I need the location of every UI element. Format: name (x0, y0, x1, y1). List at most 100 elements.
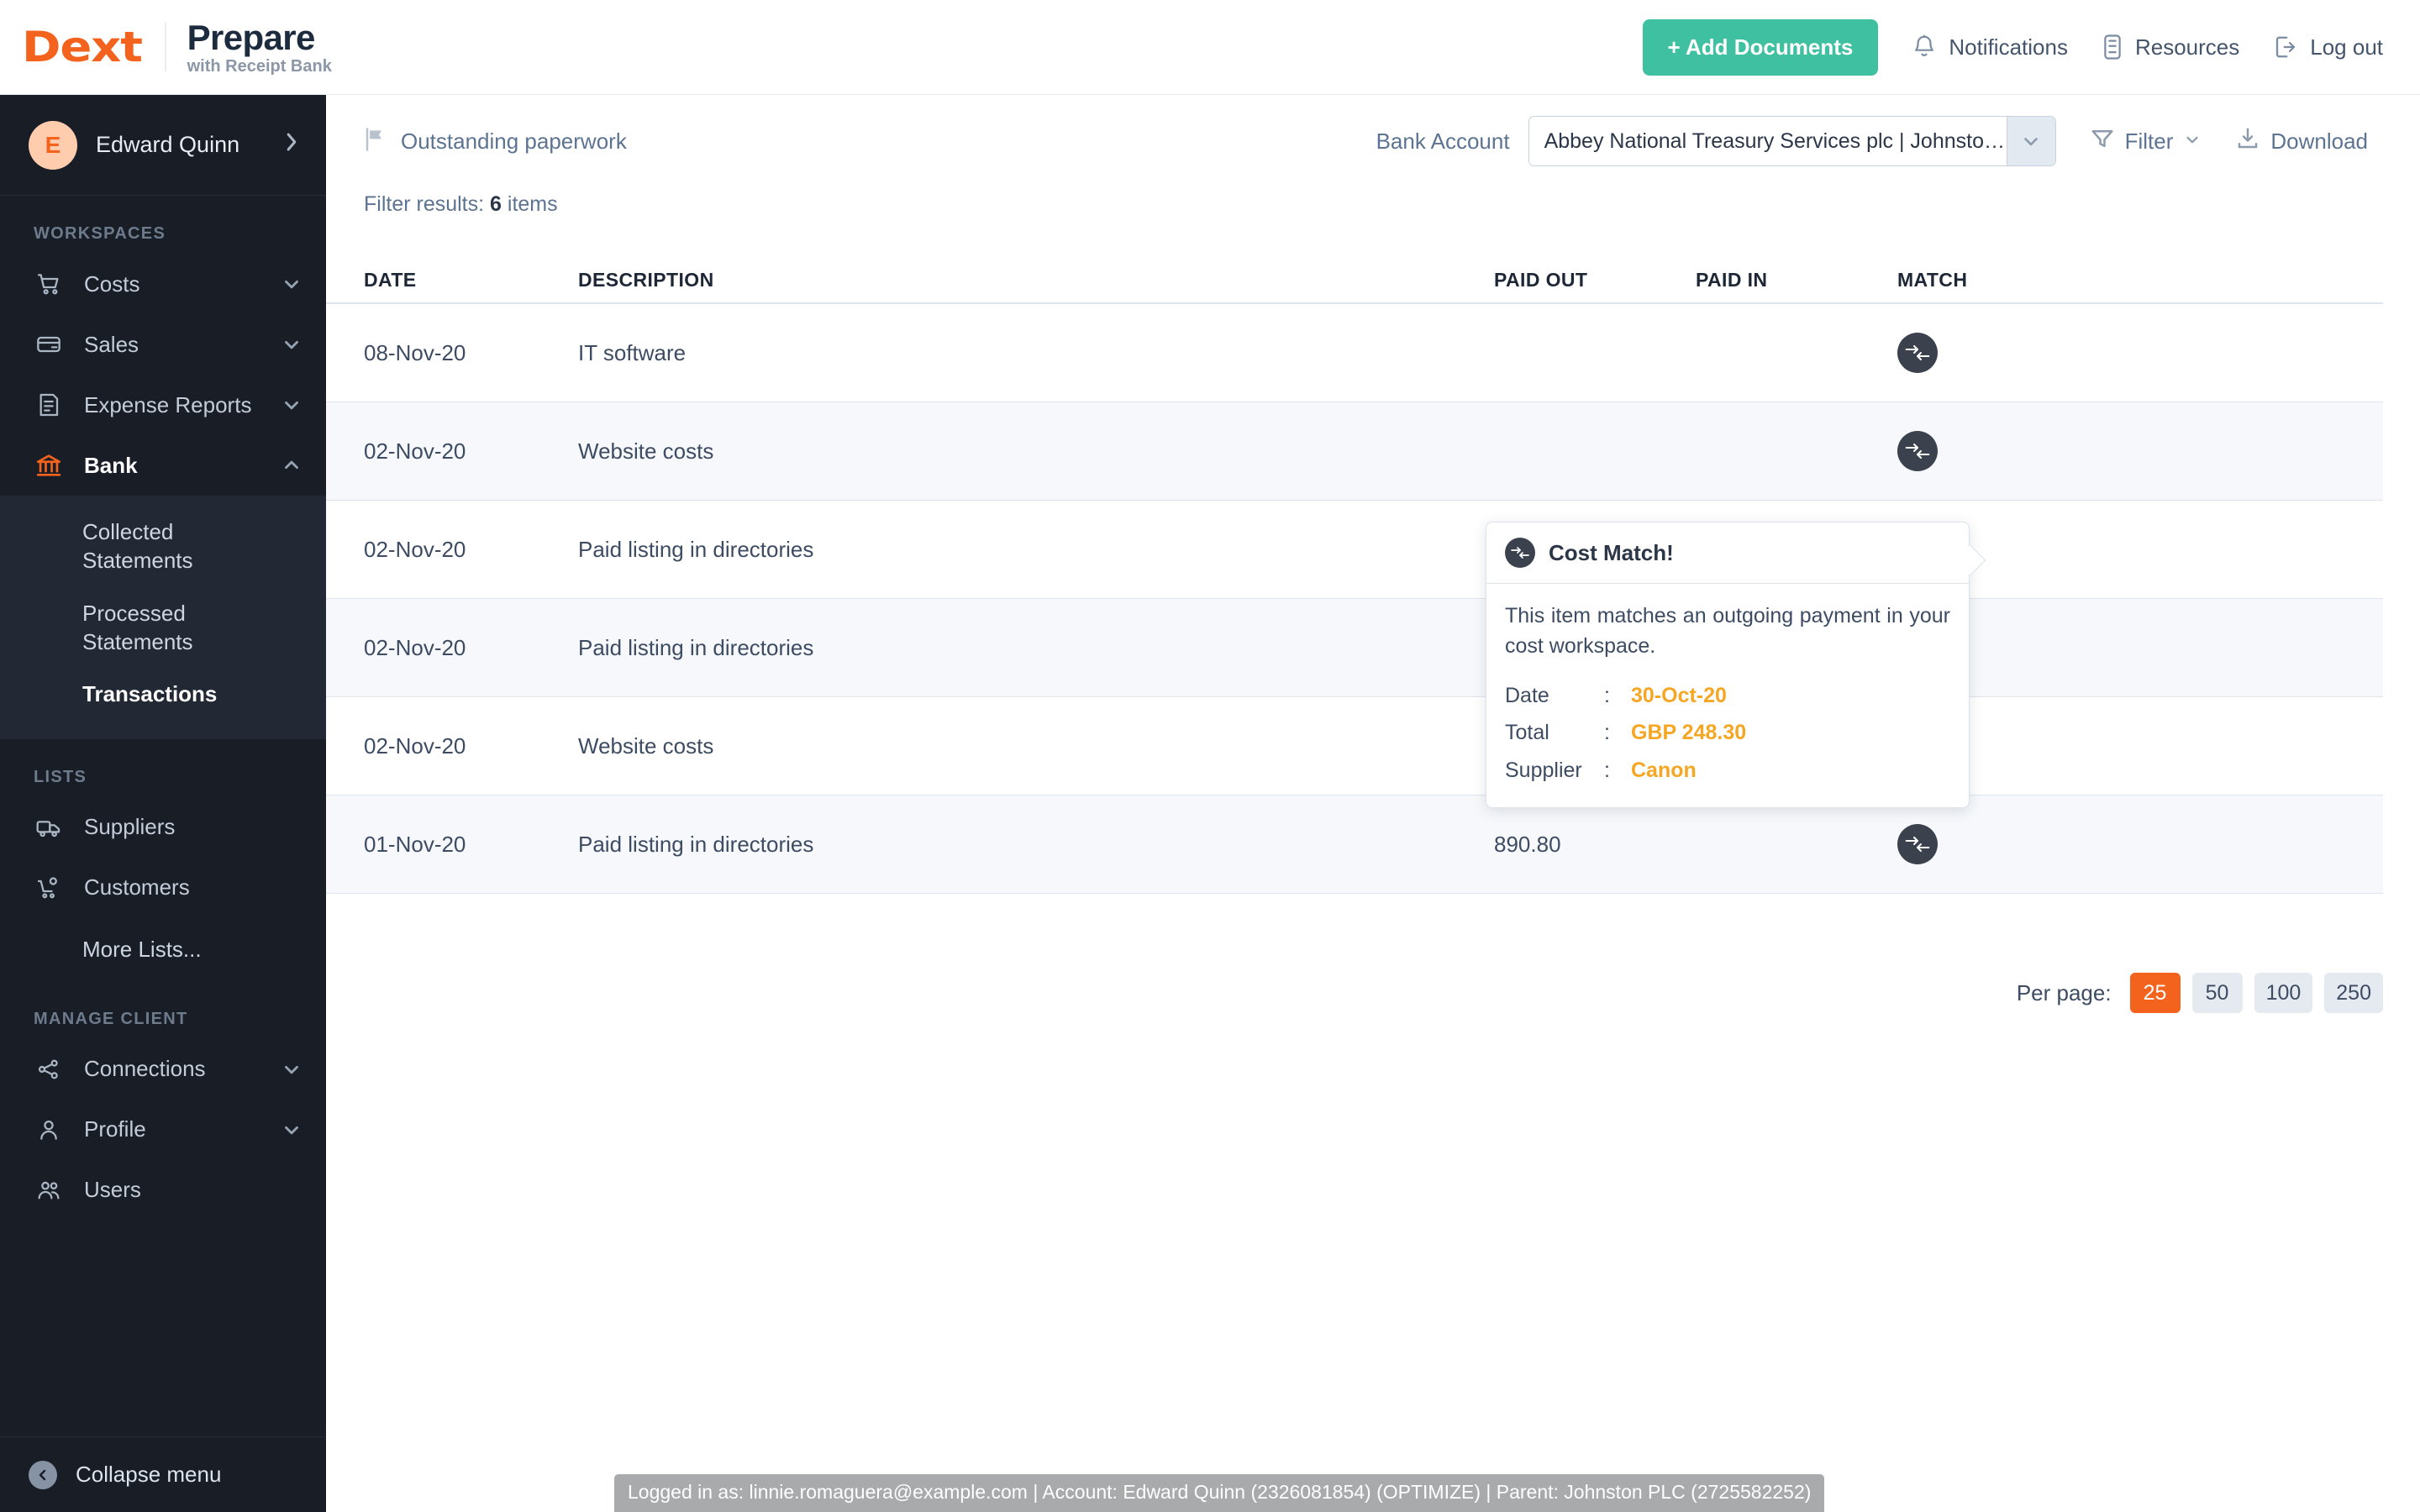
content-header: Outstanding paperwork Bank Account Abbey… (326, 95, 2420, 166)
logout-icon (2273, 34, 2298, 60)
cell-paid-out: 890.80 (1494, 831, 1561, 857)
per-page-option-100[interactable]: 100 (2254, 973, 2313, 1013)
person-icon (34, 1115, 64, 1145)
sidebar-item-connections[interactable]: Connections (0, 1039, 326, 1100)
cell-description: Paid listing in directories (578, 634, 814, 660)
chevron-left-icon (29, 1460, 57, 1489)
tooltip-field-key: Date (1505, 683, 1549, 707)
tooltip-field-key: Supplier (1505, 758, 1582, 782)
chevron-down-icon (2183, 129, 2202, 155)
sidebar-item-customers[interactable]: Customers (0, 858, 326, 918)
bank-submenu: Collected Statements Processed Statement… (0, 496, 326, 739)
filter-results-status: Filter results: 6 items (326, 162, 2420, 217)
table-row[interactable]: 01-Nov-20 Paid listing in directories 89… (326, 795, 2383, 894)
cell-date: 02-Nov-20 (364, 438, 466, 464)
filter-results-count: 6 (490, 192, 502, 216)
table-row[interactable]: 02-Nov-20 Website costs (326, 402, 2383, 501)
notifications-button[interactable]: Notifications (1912, 34, 2068, 60)
top-navigation: + Add Documents Notifications Resources (1642, 18, 2420, 76)
breadcrumb[interactable]: Outstanding paperwork (364, 127, 627, 156)
funnel-icon (2090, 126, 2115, 157)
per-page-option-50[interactable]: 50 (2191, 973, 2243, 1013)
report-icon (34, 390, 64, 420)
sidebar-item-label: Profile (84, 1116, 146, 1142)
main-content: Outstanding paperwork Bank Account Abbey… (326, 95, 2420, 1512)
tooltip-field-value: Canon (1631, 758, 1697, 782)
cell-description: Paid listing in directories (578, 536, 814, 562)
add-documents-button[interactable]: + Add Documents (1642, 18, 1879, 76)
cell-date: 08-Nov-20 (364, 339, 466, 365)
chevron-down-icon (2006, 117, 2055, 165)
filter-results-prefix: Filter results: (364, 192, 485, 216)
sidebar-item-collected-statements[interactable]: Collected Statements (0, 506, 252, 587)
filter-button[interactable]: Filter (2090, 126, 2202, 157)
match-icon[interactable] (1897, 431, 1938, 471)
cell-description: Paid listing in directories (578, 831, 814, 857)
card-icon (34, 329, 64, 360)
resources-label: Resources (2134, 34, 2240, 60)
per-page-option-25[interactable]: 25 (2129, 973, 2181, 1013)
sidebar-item-more-lists[interactable]: More Lists... (0, 918, 326, 981)
tooltip-field-key: Total (1505, 721, 1549, 744)
download-icon (2235, 126, 2260, 157)
tooltip-field-value: 30-Oct-20 (1631, 683, 1727, 707)
match-icon[interactable] (1897, 333, 1938, 373)
bell-icon (1912, 34, 1937, 60)
brand-divider (164, 23, 166, 71)
user-profile-row[interactable]: E Edward Quinn (0, 95, 326, 196)
breadcrumb-label: Outstanding paperwork (401, 128, 627, 154)
brand-logo[interactable]: Dext Prepare with Receipt Bank (0, 17, 332, 76)
avatar: E (29, 120, 77, 170)
sidebar-item-costs[interactable]: Costs (0, 254, 326, 314)
sidebar-item-profile[interactable]: Profile (0, 1100, 326, 1160)
match-icon (1505, 538, 1535, 568)
sidebar-item-label: Connections (84, 1056, 206, 1082)
column-header-paid-in: PAID IN (1696, 268, 1768, 291)
brand-product: Prepare (187, 17, 316, 57)
tooltip-description: This item matches an outgoing payment in… (1505, 604, 1950, 659)
brand-tagline: with Receipt Bank (187, 56, 332, 76)
chevron-down-icon (281, 1058, 302, 1080)
sidebar-item-label: Sales (84, 331, 139, 357)
sidebar-item-transactions[interactable]: Transactions (0, 668, 252, 720)
table-header-row: DATE DESCRIPTION PAID OUT PAID IN MATCH (326, 257, 2383, 304)
table-row[interactable]: 02-Nov-20 Website costs 248.30 (326, 697, 2383, 795)
cell-date: 01-Nov-20 (364, 831, 466, 857)
chevron-down-icon (281, 273, 302, 295)
sidebar-item-label: Suppliers (84, 814, 176, 840)
cell-match (1889, 333, 2091, 373)
brand-name: Dext (22, 23, 143, 71)
logout-button[interactable]: Log out (2273, 34, 2383, 60)
bank-account-select[interactable]: Abbey National Treasury Services plc | J… (1528, 116, 2056, 166)
tooltip-field-value: GBP 248.30 (1631, 721, 1747, 744)
chevron-right-icon (282, 130, 301, 160)
column-header-paid-out: PAID OUT (1494, 268, 1588, 291)
collapse-menu-button[interactable]: Collapse menu (0, 1436, 326, 1512)
header-controls: Bank Account Abbey National Treasury Ser… (1376, 116, 2368, 166)
sidebar-item-label: Customers (84, 874, 190, 900)
tooltip-colon: : (1604, 683, 1610, 707)
table-row[interactable]: 02-Nov-20 Paid listing in directories (326, 501, 2383, 599)
download-button[interactable]: Download (2235, 126, 2368, 157)
cell-description: IT software (578, 339, 687, 365)
download-label: Download (2270, 128, 2368, 154)
chevron-down-icon (281, 1119, 302, 1141)
table-row[interactable]: 08-Nov-20 IT software (326, 304, 2383, 402)
table-row[interactable]: 02-Nov-20 Paid listing in directories 89… (326, 599, 2383, 697)
tooltip-field-date: Date : 30-Oct-20 (1505, 677, 1950, 715)
match-icon[interactable] (1897, 824, 1938, 864)
sidebar-item-bank[interactable]: Bank (0, 435, 326, 496)
sidebar-item-expense-reports[interactable]: Expense Reports (0, 375, 326, 435)
resources-button[interactable]: Resources (2102, 34, 2239, 60)
sidebar-item-sales[interactable]: Sales (0, 314, 326, 375)
sidebar-item-users[interactable]: Users (0, 1160, 326, 1221)
sidebar-item-processed-statements[interactable]: Processed Statements (0, 587, 252, 669)
per-page-label: Per page: (2016, 979, 2112, 1005)
cell-description: Website costs (578, 732, 714, 759)
column-header-date: DATE (364, 268, 417, 291)
sidebar-item-suppliers[interactable]: Suppliers (0, 797, 326, 858)
per-page-option-250[interactable]: 250 (2324, 973, 2383, 1013)
cell-date: 02-Nov-20 (364, 634, 466, 660)
filter-label: Filter (2124, 128, 2174, 154)
logout-label: Log out (2310, 34, 2383, 60)
